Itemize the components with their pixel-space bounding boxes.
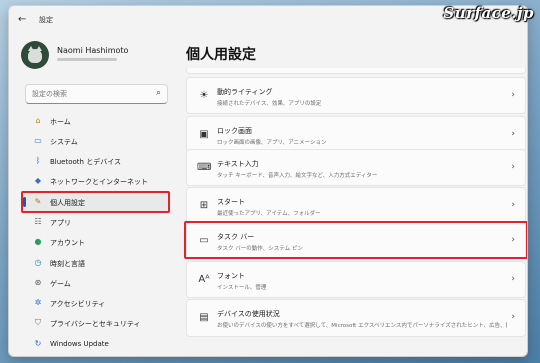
chevron-right-icon: › bbox=[511, 129, 515, 139]
time-language-icon: ◷ bbox=[34, 258, 42, 267]
user-email-redacted bbox=[57, 58, 117, 61]
brush-icon: ✎ bbox=[34, 197, 42, 206]
search-box[interactable]: ⌕ bbox=[25, 84, 168, 104]
active-indicator bbox=[23, 197, 26, 207]
avatar[interactable] bbox=[21, 41, 49, 69]
sidebar-item-home[interactable]: ⌂ ホーム bbox=[23, 112, 169, 130]
chevron-right-icon: › bbox=[511, 274, 515, 284]
sidebar-item-system[interactable]: ▭ システム bbox=[23, 132, 169, 150]
gaming-icon: ⊛ bbox=[34, 278, 42, 287]
card-text-input[interactable]: ⌨ テキスト入力 タッチ キーボード、音声入力、絵文字など、入力方式エディター … bbox=[186, 149, 526, 186]
home-icon: ⌂ bbox=[35, 116, 41, 125]
back-arrow-icon[interactable]: ← bbox=[18, 14, 30, 26]
lock-screen-icon: ▣ bbox=[199, 129, 209, 140]
sidebar-item-network[interactable]: ◆ ネットワークとインターネット bbox=[23, 172, 169, 190]
chevron-right-icon: › bbox=[511, 200, 515, 210]
card-taskbar[interactable]: ▭ タスク バー タスク バーの動作、システム ピン › bbox=[186, 222, 526, 259]
app-title: 設定 bbox=[39, 16, 53, 24]
network-icon: ◆ bbox=[34, 176, 42, 185]
update-icon: ↻ bbox=[34, 339, 42, 348]
taskbar-icon: ▭ bbox=[199, 235, 209, 246]
start-icon: ⊞ bbox=[199, 200, 209, 211]
sidebar-item-accounts[interactable]: ● アカウント bbox=[23, 233, 169, 251]
bluetooth-icon: ᛒ bbox=[35, 156, 41, 165]
card-lock-screen[interactable]: ▣ ロック画面 ロック画面の画像、アプリ、アニメーション › bbox=[186, 116, 526, 153]
sidebar-item-privacy[interactable]: ⛉ プライバシーとセキュリティ bbox=[23, 314, 169, 332]
card-device-usage[interactable]: ▤ デバイスの使用状況 お使いのデバイスの使い方をすべて選択して、Microso… bbox=[186, 299, 526, 337]
chevron-right-icon: › bbox=[511, 162, 515, 172]
page-title: 個人用設定 bbox=[186, 47, 256, 63]
keyboard-icon: ⌨ bbox=[197, 162, 212, 173]
card-fonts[interactable]: Aᴬ フォント インストール、管理 › bbox=[186, 261, 526, 298]
chevron-right-icon: › bbox=[511, 312, 515, 322]
sidebar-item-personalization[interactable]: ✎ 個人用設定 bbox=[23, 193, 169, 211]
accessibility-icon: ✲ bbox=[34, 298, 42, 307]
sidebar-item-accessibility[interactable]: ✲ アクセシビリティ bbox=[23, 294, 169, 312]
card-dynamic-lighting[interactable]: ☀ 動的ライティング 接続されたデバイス、効果、アプリの設定 › bbox=[186, 77, 526, 114]
sidebar-item-gaming[interactable]: ⊛ ゲーム bbox=[23, 274, 169, 292]
shield-icon: ⛉ bbox=[35, 318, 41, 327]
chevron-right-icon: › bbox=[511, 90, 515, 100]
card-partial bbox=[186, 68, 526, 74]
device-usage-icon: ▤ bbox=[199, 312, 209, 323]
search-icon[interactable]: ⌕ bbox=[156, 88, 161, 98]
settings-window: ← 設定 Naomi Hashimoto ⌕ ⌂ ホーム ▭ システム ᛒ Bl… bbox=[8, 5, 528, 357]
apps-icon: ☷ bbox=[34, 217, 42, 226]
sidebar-item-time-language[interactable]: ◷ 時刻と言語 bbox=[23, 254, 169, 272]
sidebar-item-windows-update[interactable]: ↻ Windows Update bbox=[23, 335, 169, 353]
user-name: Naomi Hashimoto bbox=[57, 46, 129, 55]
watermark: Surface.jp bbox=[443, 4, 534, 22]
account-icon: ● bbox=[34, 237, 42, 246]
sidebar-item-apps[interactable]: ☷ アプリ bbox=[23, 213, 169, 231]
font-icon: Aᴬ bbox=[198, 274, 210, 285]
system-icon: ▭ bbox=[34, 136, 42, 145]
card-start[interactable]: ⊞ スタート 最近使ったアプリ、アイテム、フォルダー › bbox=[186, 187, 526, 224]
search-input[interactable] bbox=[32, 88, 150, 100]
sidebar-item-bluetooth[interactable]: ᛒ Bluetooth とデバイス bbox=[23, 152, 169, 170]
chevron-right-icon: › bbox=[511, 235, 515, 245]
lighting-icon: ☀ bbox=[199, 90, 209, 101]
